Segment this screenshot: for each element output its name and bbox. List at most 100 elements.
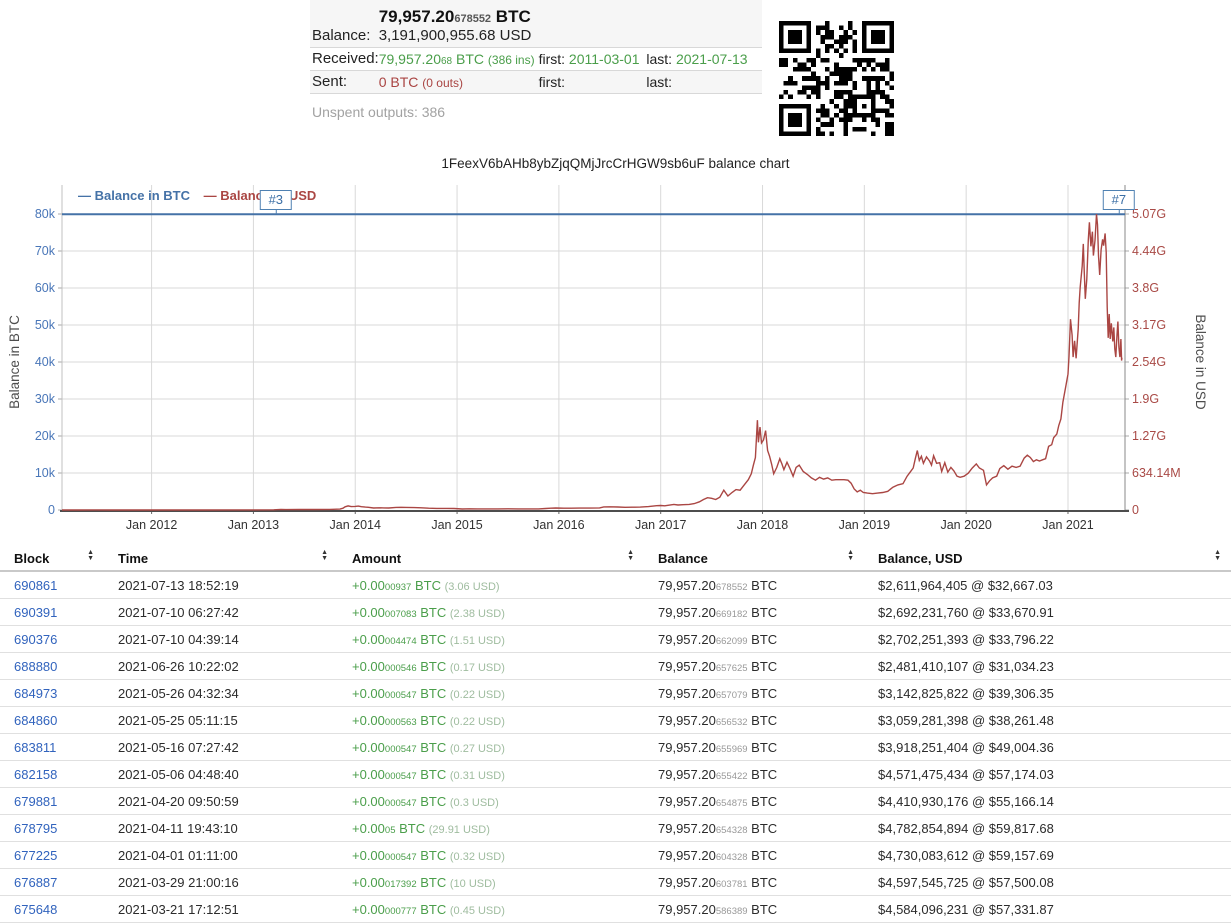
- sort-icon[interactable]: ▲ ▼: [627, 549, 634, 562]
- tx-time: 2021-03-29 21:00:16: [104, 868, 338, 896]
- tx-balance: 79,957.20654875 BTC: [644, 787, 864, 815]
- block-link[interactable]: 676887: [14, 875, 57, 890]
- tx-balance-usd: $4,410,930,176 @ $55,166.14: [864, 787, 1231, 815]
- column-header-block[interactable]: Block ▲ ▼: [0, 546, 104, 572]
- table-row: 690861 2021-07-13 18:52:19 +0.0000937 BTC …: [0, 571, 1231, 599]
- y-left-tick-label: 80k: [35, 207, 56, 221]
- tx-time: 2021-07-13 18:52:19: [104, 571, 338, 599]
- sent-value: 0 BTC (0 outs): [378, 74, 463, 90]
- tx-balance: 79,957.20603781 BTC: [644, 868, 864, 896]
- tx-balance-usd: $4,730,083,612 @ $59,157.69: [864, 841, 1231, 869]
- annotation-flag-1[interactable]: #3: [259, 190, 293, 214]
- column-label: Amount: [352, 551, 402, 566]
- sort-icon[interactable]: ▲ ▼: [847, 549, 854, 562]
- block-link[interactable]: 679881: [14, 794, 57, 809]
- block-link[interactable]: 684860: [14, 713, 57, 728]
- tx-time: 2021-04-20 09:50:59: [104, 787, 338, 815]
- column-label: Block: [14, 551, 50, 566]
- balance-row: Balance: 79,957.20678552 BTC 3,191,900,9…: [310, 0, 762, 48]
- tx-balance: 79,957.20656532 BTC: [644, 706, 864, 734]
- tx-amount: +0.0005 BTC (29.91 USD): [338, 814, 644, 842]
- y-left-tick-label: 30k: [35, 392, 56, 406]
- sort-icon[interactable]: ▲ ▼: [321, 549, 328, 562]
- tx-time: 2021-04-11 19:43:10: [104, 814, 338, 842]
- tx-balance-usd: $2,481,410,107 @ $31,034.23: [864, 652, 1231, 680]
- tx-balance-usd: $2,692,231,760 @ $33,670.91: [864, 598, 1231, 626]
- tx-balance-usd: $4,584,096,231 @ $57,331.87: [864, 895, 1231, 923]
- block-link[interactable]: 675648: [14, 902, 57, 917]
- sort-icon[interactable]: ▲ ▼: [1214, 549, 1221, 562]
- legend-item-btc[interactable]: — Balance in BTC: [78, 188, 190, 203]
- x-axis-tick-label: Jan 2014: [330, 518, 381, 532]
- x-axis-tick-label: Jan 2012: [126, 518, 177, 532]
- tx-balance: 79,957.20669182 BTC: [644, 598, 864, 626]
- sent-last: last:: [646, 74, 673, 90]
- y-right-tick-label: 4.44G: [1132, 244, 1166, 258]
- tx-amount: +0.00000547 BTC (0.3 USD): [338, 787, 644, 815]
- column-header-balance[interactable]: Balance ▲ ▼: [644, 546, 864, 572]
- column-label: Balance: [658, 551, 708, 566]
- transactions-table: Block ▲ ▼ Time ▲ ▼ Amount ▲ ▼ Balance ▲ ▼ Balance, U…: [0, 546, 1231, 923]
- tx-time: 2021-04-01 01:11:00: [104, 841, 338, 869]
- column-header-amount[interactable]: Amount ▲ ▼: [338, 546, 644, 572]
- received-value: 79,957.2068 BTC (386 ins): [378, 51, 535, 67]
- tx-amount: +0.00017392 BTC (10 USD): [338, 868, 644, 896]
- y-left-tick-label: 70k: [35, 244, 56, 258]
- balance-btc: 79,957.20678552 BTC: [378, 7, 531, 26]
- block-link[interactable]: 678795: [14, 821, 57, 836]
- tx-time: 2021-03-21 17:12:51: [104, 895, 338, 923]
- tx-balance-usd: $4,782,854,894 @ $59,817.68: [864, 814, 1231, 842]
- column-header-time[interactable]: Time ▲ ▼: [104, 546, 338, 572]
- x-axis-tick-label: Jan 2013: [228, 518, 279, 532]
- tx-balance: 79,957.20678552 BTC: [644, 571, 864, 599]
- tx-balance-usd: $4,597,545,725 @ $57,500.08: [864, 868, 1231, 896]
- column-header-balance_usd[interactable]: Balance, USD ▲ ▼: [864, 546, 1231, 572]
- y-left-tick-label: 20k: [35, 429, 56, 443]
- block-link[interactable]: 690391: [14, 605, 57, 620]
- received-first: first: 2011-03-01: [538, 51, 640, 67]
- block-link[interactable]: 690376: [14, 632, 57, 647]
- tx-amount: +0.00000563 BTC (0.22 USD): [338, 706, 644, 734]
- block-link[interactable]: 688880: [14, 659, 57, 674]
- block-link[interactable]: 677225: [14, 848, 57, 863]
- balance-label: Balance:: [312, 27, 371, 44]
- transactions-header: Block ▲ ▼ Time ▲ ▼ Amount ▲ ▼ Balance ▲ ▼ Balance, U…: [0, 546, 1231, 572]
- chart-canvas[interactable]: Jan 2012 Jan 2013 Jan 2014 Jan 2015 Jan 2016…: [0, 178, 1231, 545]
- balance-chart[interactable]: Jan 2012 Jan 2013 Jan 2014 Jan 2015 Jan 2016…: [0, 178, 1231, 545]
- address-summary-table: Balance: 79,957.20678552 BTC 3,191,900,9…: [310, 0, 762, 94]
- block-link[interactable]: 682158: [14, 767, 57, 782]
- table-row: 682158 2021-05-06 04:48:40 +0.00000547 BTC…: [0, 760, 1231, 788]
- tx-balance-usd: $3,059,281,398 @ $38,261.48: [864, 706, 1231, 734]
- sent-label: Sent:: [312, 73, 348, 90]
- y-right-tick-label: 1.27G: [1132, 429, 1166, 443]
- block-link[interactable]: 690861: [14, 578, 57, 593]
- legend-line-sample: —: [78, 188, 91, 203]
- table-row: 690376 2021-07-10 04:39:14 +0.00004474 BTC…: [0, 625, 1231, 653]
- tx-balance: 79,957.20586389 BTC: [644, 895, 864, 923]
- table-row: 684973 2021-05-26 04:32:34 +0.00000547 BTC…: [0, 679, 1231, 707]
- table-row: 679881 2021-04-20 09:50:59 +0.00000547 BTC…: [0, 787, 1231, 815]
- sort-icon[interactable]: ▲ ▼: [87, 549, 94, 562]
- y-right-tick-label: 0: [1132, 503, 1139, 517]
- tx-amount: +0.00000547 BTC (0.32 USD): [338, 841, 644, 869]
- tx-time: 2021-07-10 06:27:42: [104, 598, 338, 626]
- y-left-axis-title: Balance in BTC: [7, 315, 22, 409]
- block-link[interactable]: 684973: [14, 686, 57, 701]
- table-row: 688880 2021-06-26 10:22:02 +0.00000546 BTC…: [0, 652, 1231, 680]
- tx-balance: 79,957.20604328 BTC: [644, 841, 864, 869]
- qr-code: [779, 21, 894, 136]
- tx-time: 2021-05-16 07:27:42: [104, 733, 338, 761]
- y-left-tick-label: 40k: [35, 355, 56, 369]
- annotation-flag-2[interactable]: #7: [1102, 190, 1136, 214]
- tx-balance-usd: $2,702,251,393 @ $33,796.22: [864, 625, 1231, 653]
- x-axis-tick-label: Jan 2021: [1042, 518, 1093, 532]
- x-axis-tick-label: Jan 2016: [533, 518, 584, 532]
- x-axis-tick-label: Jan 2019: [839, 518, 890, 532]
- y-left-tick-label: 50k: [35, 318, 56, 332]
- tx-balance-usd: $3,142,825,822 @ $39,306.35: [864, 679, 1231, 707]
- block-link[interactable]: 683811: [14, 740, 56, 755]
- y-right-tick-label: 2.54G: [1132, 355, 1166, 369]
- y-left-tick-label: 0: [48, 503, 55, 517]
- table-row: 677225 2021-04-01 01:11:00 +0.00000547 BTC…: [0, 841, 1231, 869]
- legend-line-sample: —: [203, 188, 217, 203]
